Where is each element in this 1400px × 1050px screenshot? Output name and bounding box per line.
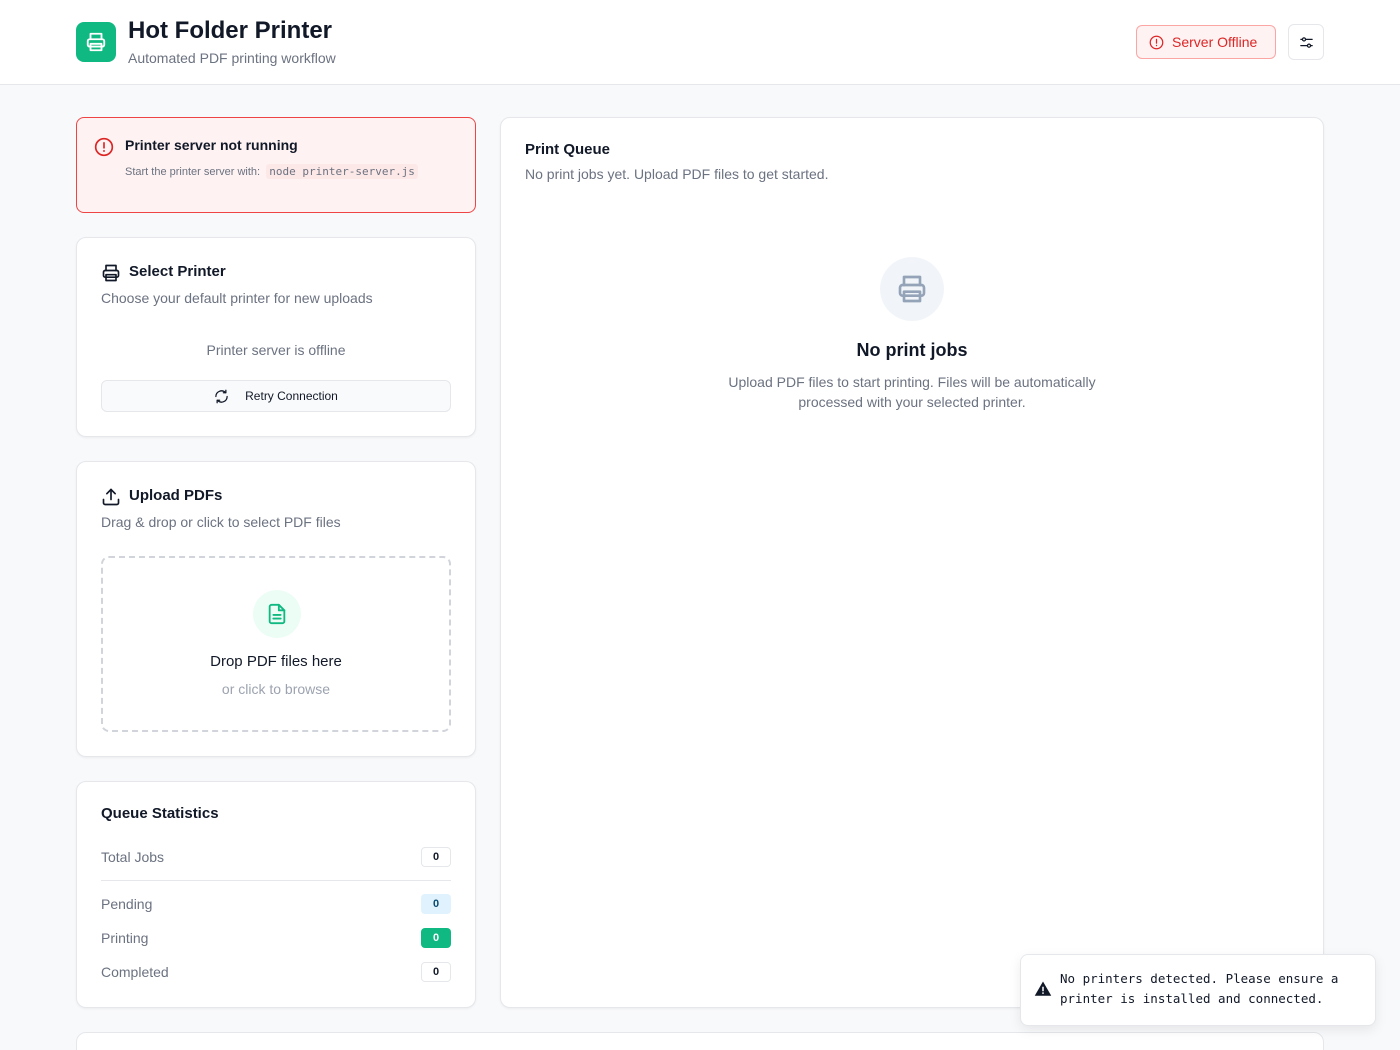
print-queue-card: Print Queue No print jobs yet. Upload PD… bbox=[500, 117, 1324, 1008]
empty-state-description: Upload PDF files to start printing. File… bbox=[728, 374, 1096, 410]
stat-label-printing: Printing bbox=[101, 930, 149, 946]
upload-description: Drag & drop or click to select PDF files bbox=[101, 514, 341, 530]
printer-icon bbox=[86, 32, 106, 52]
retry-connection-button[interactable]: Retry Connection bbox=[101, 380, 451, 412]
warning-triangle-icon bbox=[1034, 981, 1052, 996]
select-printer-title: Select Printer bbox=[129, 263, 226, 280]
stat-label-total: Total Jobs bbox=[101, 849, 165, 865]
upload-pdfs-card: Upload PDFs Drag & drop or click to sele… bbox=[76, 461, 476, 757]
dropzone-icon-circle bbox=[253, 590, 301, 638]
pdf-dropzone[interactable]: Drop PDF files here or click to browse bbox=[101, 556, 451, 732]
alert-title: Printer server not running bbox=[125, 137, 298, 153]
server-alert: Printer server not running Start the pri… bbox=[76, 117, 476, 213]
printer-icon bbox=[102, 264, 120, 282]
server-status-label: Server Offline bbox=[1172, 34, 1258, 50]
file-text-icon bbox=[268, 603, 286, 625]
stat-label-completed: Completed bbox=[101, 964, 169, 980]
upload-title: Upload PDFs bbox=[129, 487, 223, 504]
select-printer-description: Choose your default printer for new uplo… bbox=[101, 290, 373, 306]
alert-circle-icon bbox=[1149, 35, 1164, 49]
select-printer-card: Select Printer Choose your default print… bbox=[76, 237, 476, 437]
no-printers-toast: No printers detected. Please ensure a pr… bbox=[1020, 954, 1376, 1026]
queue-statistics-card: Queue Statistics Total Jobs 0 Pending 0 … bbox=[76, 781, 476, 1008]
queue-statistics-title: Queue Statistics bbox=[101, 805, 219, 822]
server-status-button[interactable]: Server Offline bbox=[1136, 25, 1276, 59]
app-logo bbox=[76, 22, 116, 62]
print-queue-title: Print Queue bbox=[525, 141, 611, 158]
upload-icon bbox=[102, 488, 120, 506]
stat-label-pending: Pending bbox=[101, 896, 153, 912]
alert-body: Start the printer server with: node prin… bbox=[125, 163, 425, 181]
alert-circle-icon bbox=[94, 137, 114, 157]
app-title: Hot Folder Printer bbox=[128, 17, 333, 44]
app-subtitle: Automated PDF printing workflow bbox=[128, 50, 336, 66]
sliders-icon bbox=[1299, 36, 1313, 48]
settings-button[interactable] bbox=[1288, 24, 1324, 60]
printer-offline-message: Printer server is offline bbox=[206, 342, 346, 358]
toast-message: No printers detected. Please ensure a pr… bbox=[1060, 971, 1339, 1006]
stat-row-total: Total Jobs 0 bbox=[101, 847, 451, 869]
stat-badge-total: 0 bbox=[421, 847, 451, 867]
printer-icon bbox=[898, 275, 926, 303]
empty-state-icon-circle bbox=[880, 257, 944, 321]
stat-badge-pending: 0 bbox=[421, 894, 451, 914]
empty-state-title: No print jobs bbox=[856, 340, 968, 360]
stat-badge-printing: 0 bbox=[421, 928, 451, 948]
stat-row-pending: Pending 0 bbox=[101, 894, 451, 916]
stat-divider bbox=[101, 880, 451, 881]
bottom-card bbox=[76, 1032, 1324, 1050]
retry-connection-label: Retry Connection bbox=[245, 389, 338, 403]
stat-row-completed: Completed 0 bbox=[101, 962, 451, 984]
alert-body-text: Start the printer server with: bbox=[125, 166, 261, 178]
app-header: Hot Folder Printer Automated PDF printin… bbox=[0, 0, 1400, 85]
stat-badge-completed: 0 bbox=[421, 962, 451, 982]
stat-row-printing: Printing 0 bbox=[101, 928, 451, 950]
dropzone-subtitle: or click to browse bbox=[221, 681, 331, 697]
print-queue-description: No print jobs yet. Upload PDF files to g… bbox=[525, 166, 829, 182]
alert-command: node printer-server.js bbox=[266, 164, 418, 179]
refresh-icon bbox=[215, 389, 228, 403]
dropzone-title: Drop PDF files here bbox=[210, 653, 342, 670]
